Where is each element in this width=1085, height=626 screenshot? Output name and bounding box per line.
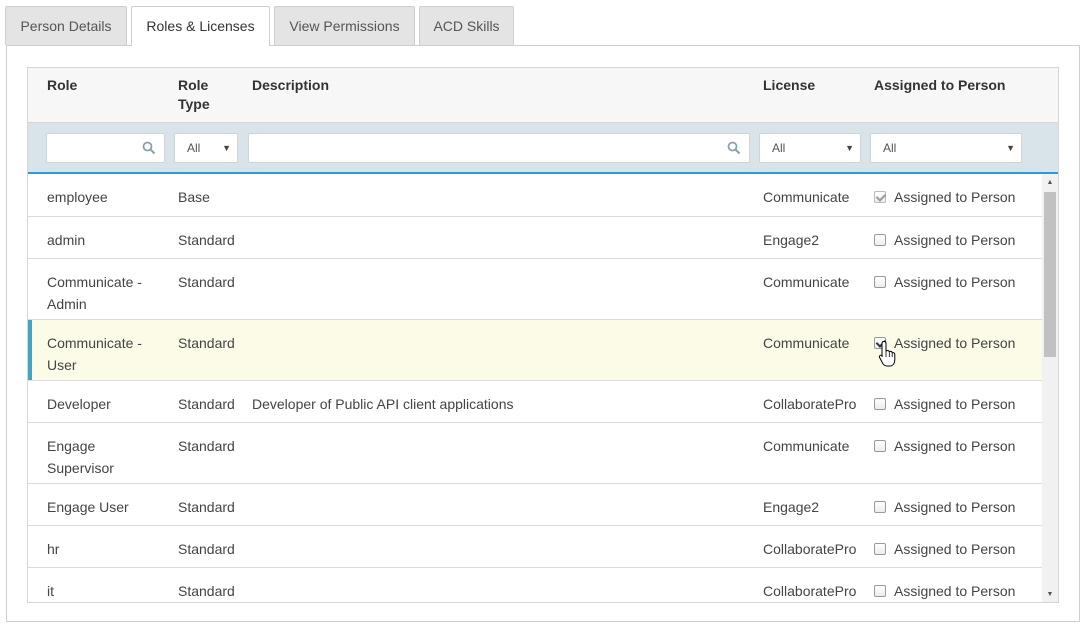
table-row[interactable]: hr Standard CollaboratePro Assigned to P… [28, 526, 1042, 568]
assigned-checkbox [874, 191, 886, 203]
license-filter-value: All [772, 141, 786, 155]
table-row[interactable]: employee Base Communicate Assigned to Pe… [28, 174, 1042, 217]
assigned-checkbox-label[interactable]: Assigned to Person [874, 580, 1015, 602]
column-header-role-type[interactable]: Role Type [178, 76, 238, 114]
assigned-label: Assigned to Person [894, 274, 1016, 290]
hand-pointer-icon [878, 340, 896, 367]
assigned-label: Assigned to Person [894, 499, 1016, 515]
assigned-checkbox[interactable] [874, 440, 886, 452]
search-icon [727, 141, 741, 155]
assigned-filter-value: All [883, 141, 897, 155]
grid-body: employee Base Communicate Assigned to Pe… [28, 174, 1042, 602]
roles-panel: Role Role Type Description License Assig… [6, 45, 1080, 622]
role-description: Developer of Public API client applicati… [252, 396, 514, 412]
role-name: admin [47, 232, 86, 248]
role-license: CollaboratePro [763, 541, 857, 557]
tab-bar: Person Details Roles & Licenses View Per… [0, 0, 1085, 46]
role-license: Engage2 [763, 499, 820, 515]
role-type: Standard [178, 396, 235, 412]
role-type: Standard [178, 499, 235, 515]
roles-grid: Role Role Type Description License Assig… [27, 67, 1059, 603]
assigned-checkbox-label[interactable]: Assigned to Person [874, 229, 1015, 251]
grid-header: Role Role Type Description License Assig… [28, 68, 1058, 123]
scroll-up-icon[interactable]: ▲ [1042, 176, 1058, 190]
role-search-input[interactable] [46, 133, 165, 163]
assigned-checkbox-label[interactable]: Assigned to Person [874, 435, 1015, 457]
role-type: Standard [178, 232, 235, 248]
row-accent [28, 320, 32, 380]
assigned-checkbox[interactable] [874, 543, 886, 555]
assigned-checkbox[interactable] [874, 398, 886, 410]
assigned-label: Assigned to Person [894, 396, 1016, 412]
tab-acd-skills[interactable]: ACD Skills [419, 6, 514, 45]
assigned-label: Assigned to Person [894, 335, 1016, 351]
role-name: hr [47, 541, 60, 557]
caret-down-icon: ▼ [222, 143, 231, 153]
column-header-assigned[interactable]: Assigned to Person [874, 76, 1005, 95]
assigned-filter-select[interactable]: All ▼ [870, 133, 1022, 163]
role-type: Standard [178, 541, 235, 557]
role-license: Communicate [763, 438, 850, 454]
assigned-label: Assigned to Person [894, 189, 1016, 205]
role-name: Developer [47, 396, 111, 412]
assigned-checkbox-label[interactable]: Assigned to Person [874, 538, 1015, 560]
assigned-label: Assigned to Person [894, 541, 1016, 557]
role-name: it [47, 583, 54, 599]
role-type: Standard [178, 274, 235, 290]
table-row[interactable]: Engage User Standard Engage2 Assigned to… [28, 484, 1042, 526]
assigned-checkbox[interactable] [874, 276, 886, 288]
caret-down-icon: ▼ [1006, 143, 1015, 153]
assigned-checkbox-label[interactable]: Assigned to Person [874, 271, 1015, 293]
tab-view-permissions[interactable]: View Permissions [274, 6, 415, 45]
assigned-checkbox[interactable] [874, 501, 886, 513]
column-header-role[interactable]: Role [47, 76, 77, 95]
filter-row: All ▼ All ▼ All ▼ [28, 123, 1058, 174]
assigned-checkbox-label[interactable]: Assigned to Person [874, 496, 1015, 518]
assigned-checkbox[interactable] [874, 234, 886, 246]
role-name: Communicate - Admin [47, 274, 142, 312]
role-name: employee [47, 189, 108, 205]
license-filter-select[interactable]: All ▼ [759, 133, 861, 163]
role-name: Engage User [47, 499, 129, 515]
role-license: Communicate [763, 274, 850, 290]
assigned-checkbox-label[interactable]: Assigned to Person [874, 393, 1015, 415]
role-type: Standard [178, 583, 235, 599]
role-license: Engage2 [763, 232, 820, 248]
table-row[interactable]: it Standard CollaboratePro Assigned to P… [28, 568, 1042, 602]
vertical-scrollbar[interactable]: ▲ ▼ [1042, 174, 1058, 602]
caret-down-icon: ▼ [845, 143, 854, 153]
table-row[interactable]: admin Standard Engage2 Assigned to Perso… [28, 217, 1042, 259]
table-row[interactable]: Engage Supervisor Standard Communicate A… [28, 423, 1042, 484]
assigned-checkbox-label[interactable]: Assigned to Person [874, 186, 1015, 208]
role-license: Communicate [763, 189, 850, 205]
role-type: Standard [178, 335, 235, 351]
role-name: Engage Supervisor [47, 438, 114, 476]
assigned-label: Assigned to Person [894, 438, 1016, 454]
tab-roles-licenses[interactable]: Roles & Licenses [131, 6, 270, 46]
role-name: Communicate - User [47, 335, 142, 373]
table-row[interactable]: Developer Standard Developer of Public A… [28, 381, 1042, 423]
scrollbar-thumb[interactable] [1044, 192, 1056, 357]
role-type: Base [178, 189, 210, 205]
search-icon [142, 141, 156, 155]
role-type-filter-select[interactable]: All ▼ [174, 133, 238, 163]
tab-person-details[interactable]: Person Details [5, 6, 127, 45]
assigned-label: Assigned to Person [894, 583, 1016, 599]
assigned-checkbox[interactable] [874, 585, 886, 597]
scroll-down-icon[interactable]: ▼ [1042, 588, 1058, 602]
role-license: Communicate [763, 335, 850, 351]
description-search-input[interactable] [248, 133, 750, 163]
role-type: Standard [178, 438, 235, 454]
role-license: CollaboratePro [763, 396, 857, 412]
table-row[interactable]: Communicate - Admin Standard Communicate… [28, 259, 1042, 320]
column-header-description[interactable]: Description [252, 76, 329, 95]
role-type-filter-value: All [187, 141, 201, 155]
role-license: CollaboratePro [763, 583, 857, 599]
assigned-label: Assigned to Person [894, 232, 1016, 248]
column-header-license[interactable]: License [763, 76, 815, 95]
